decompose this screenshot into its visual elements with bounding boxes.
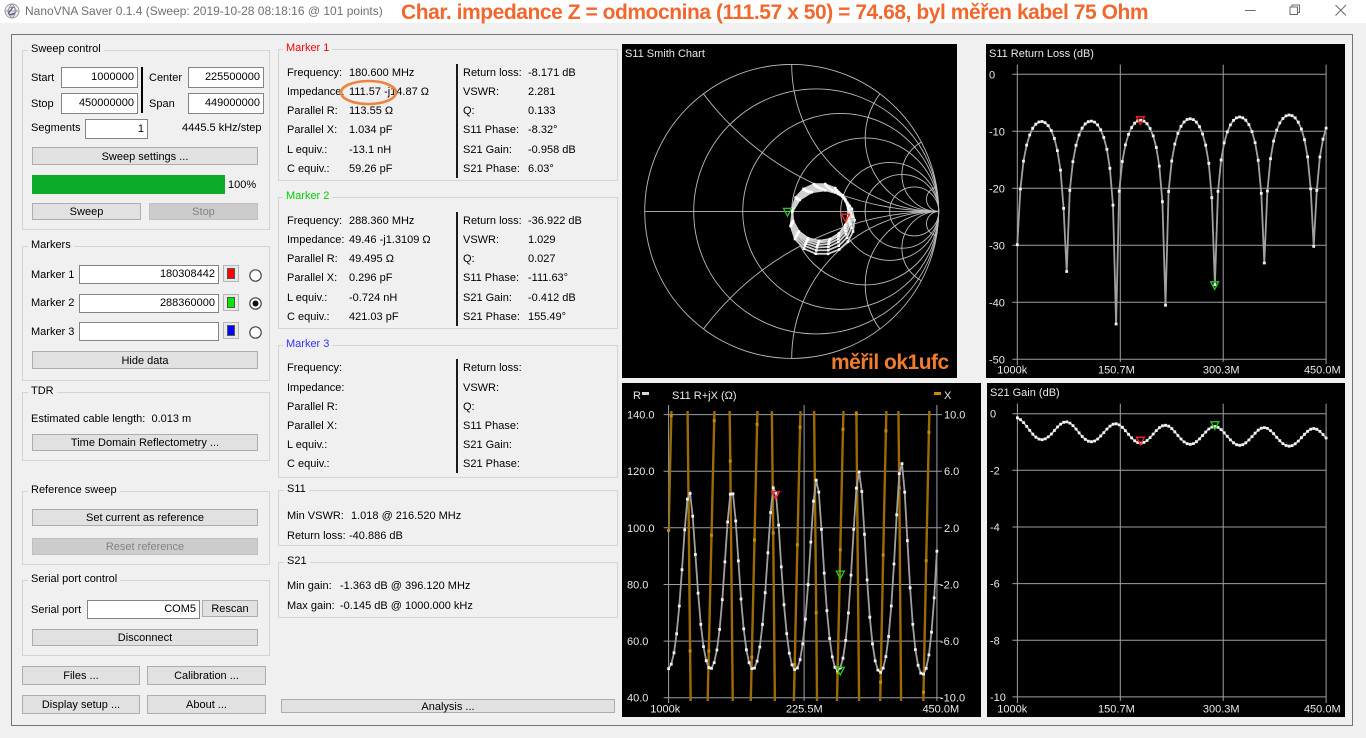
svg-text:450.0M: 450.0M	[1304, 704, 1341, 716]
svg-text:2.0: 2.0	[944, 523, 959, 535]
svg-text:měřil ok1ufc: měřil ok1ufc	[831, 351, 950, 374]
svg-text:S21 Gain (dB): S21 Gain (dB)	[990, 387, 1060, 399]
svg-text:-4: -4	[990, 522, 1000, 534]
svg-text:-8: -8	[990, 635, 1000, 647]
svg-text:R: R	[633, 390, 641, 402]
svg-text:1000k: 1000k	[997, 365, 1027, 377]
svg-text:S11 R+jX (Ω): S11 R+jX (Ω)	[672, 390, 737, 402]
svg-text:450.0M: 450.0M	[922, 704, 959, 716]
svg-text:-2.0: -2.0	[940, 580, 959, 592]
svg-text:120.0: 120.0	[627, 466, 655, 478]
svg-text:-6: -6	[990, 579, 1000, 591]
svg-text:150.7M: 150.7M	[1098, 365, 1135, 377]
svg-text:-10: -10	[990, 692, 1006, 704]
svg-text:0: 0	[990, 409, 996, 421]
svg-text:0: 0	[989, 69, 995, 81]
svg-text:1000k: 1000k	[997, 704, 1027, 716]
svg-text:6.0: 6.0	[944, 466, 959, 478]
svg-text:S11 Return Loss (dB): S11 Return Loss (dB)	[989, 48, 1094, 60]
svg-text:S11 Smith Chart: S11 Smith Chart	[625, 48, 705, 60]
svg-text:-6.0: -6.0	[940, 636, 959, 648]
svg-text:140.0: 140.0	[627, 410, 655, 422]
svg-text:450.0M: 450.0M	[1304, 365, 1341, 377]
svg-text:300.3M: 300.3M	[1203, 704, 1240, 716]
svg-text:-10: -10	[989, 126, 1005, 138]
svg-text:10.0: 10.0	[944, 410, 965, 422]
svg-text:-40: -40	[989, 297, 1005, 309]
svg-text:40.0: 40.0	[627, 693, 648, 705]
svg-text:X: X	[944, 390, 952, 402]
svg-text:-2: -2	[990, 465, 1000, 477]
svg-text:-20: -20	[989, 183, 1005, 195]
svg-text:100.0: 100.0	[627, 523, 655, 535]
svg-text:60.0: 60.0	[627, 636, 648, 648]
svg-text:1000k: 1000k	[650, 704, 680, 716]
svg-text:-30: -30	[989, 240, 1005, 252]
svg-text:80.0: 80.0	[627, 580, 648, 592]
svg-text:300.3M: 300.3M	[1203, 365, 1240, 377]
svg-text:150.7M: 150.7M	[1098, 704, 1135, 716]
svg-text:225.5M: 225.5M	[786, 704, 823, 716]
